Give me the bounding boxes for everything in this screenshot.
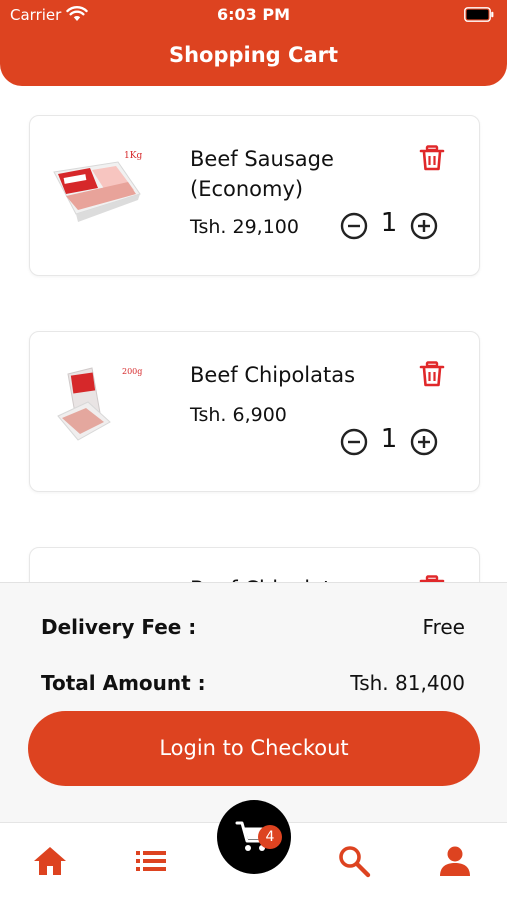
search-icon[interactable] (336, 843, 372, 879)
minus-circle-icon[interactable] (340, 212, 368, 240)
delivery-fee-value: Free (422, 615, 465, 639)
product-price: Tsh. 29,100 (190, 216, 299, 238)
plus-circle-icon[interactable] (410, 212, 438, 240)
status-bar: Carrier 6:03 PM (0, 0, 507, 30)
app-header: Carrier 6:03 PM Shopping Cart (0, 0, 507, 86)
home-icon[interactable] (32, 843, 68, 879)
clock: 6:03 PM (216, 5, 290, 24)
quantity-value: 1 (380, 424, 398, 454)
product-name: Beef Sausage (Economy) (190, 147, 334, 201)
login-to-checkout-button[interactable]: Login to Checkout (28, 711, 480, 786)
product-image: 200g (57, 367, 142, 441)
product-weight-label: 200g (122, 367, 142, 376)
product-image: 1Kg (53, 151, 142, 222)
product-name: Beef Chipolatas (190, 363, 356, 387)
order-summary: Delivery Fee : Free Total Amount : Tsh. … (0, 582, 507, 822)
page-title: Shopping Cart (168, 43, 339, 67)
product-name: Beef Chipolatas (190, 574, 410, 582)
quantity-value: 1 (380, 208, 398, 238)
user-icon[interactable] (437, 843, 473, 879)
trash-icon[interactable] (418, 574, 446, 582)
cart-count-badge: 4 (258, 825, 282, 849)
delivery-fee-label: Delivery Fee : (41, 615, 197, 639)
quantity-stepper: 1 (340, 208, 440, 244)
cart-list[interactable]: 1Kg Beef Sausage (Economy) Tsh. 29,100 1 (0, 86, 507, 582)
cart-item: Beef Chipolatas (29, 547, 480, 582)
product-weight-label: 1Kg (124, 151, 142, 161)
cart-item: 200g Beef Chipolatas Tsh. 6,900 1 (29, 331, 480, 492)
battery-icon (464, 7, 494, 22)
trash-icon[interactable] (418, 144, 446, 172)
minus-circle-icon[interactable] (340, 428, 368, 456)
quantity-stepper: 1 (340, 424, 440, 460)
total-amount-label: Total Amount : (41, 671, 206, 695)
trash-icon[interactable] (418, 360, 446, 388)
product-price: Tsh. 6,900 (190, 404, 287, 426)
plus-circle-icon[interactable] (410, 428, 438, 456)
list-icon[interactable] (133, 843, 169, 879)
cart-item: 1Kg Beef Sausage (Economy) Tsh. 29,100 1 (29, 115, 480, 276)
total-amount-value: Tsh. 81,400 (350, 671, 465, 695)
